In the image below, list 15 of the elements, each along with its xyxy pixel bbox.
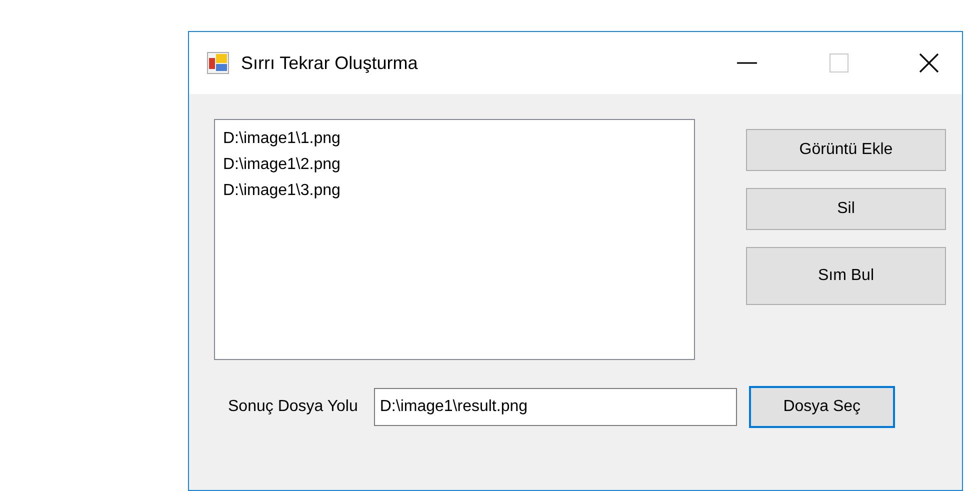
choose-file-button[interactable]: Dosya Seç	[748, 386, 895, 428]
window-title: Sırrı Tekrar Oluşturma	[241, 52, 418, 75]
file-list[interactable]: D:\image1\1.png D:\image1\2.png D:\image1\3.png	[214, 119, 695, 360]
close-icon	[918, 52, 940, 74]
list-item[interactable]: D:\image1\3.png	[223, 178, 686, 204]
minimize-icon	[737, 62, 757, 64]
action-button[interactable]: Sil	[746, 188, 946, 230]
list-item[interactable]: D:\image1\2.png	[223, 152, 686, 178]
field-label: Sonuç Dosya Yolu	[228, 397, 358, 417]
maximize-icon	[829, 53, 849, 73]
action-button[interactable]: Sım Bul	[746, 247, 946, 305]
action-button[interactable]: Görüntü Ekle	[746, 129, 946, 171]
path-field[interactable]: D:\image1\result.png	[374, 388, 737, 426]
list-item[interactable]: D:\image1\1.png	[223, 126, 686, 152]
app-icon	[207, 52, 229, 74]
